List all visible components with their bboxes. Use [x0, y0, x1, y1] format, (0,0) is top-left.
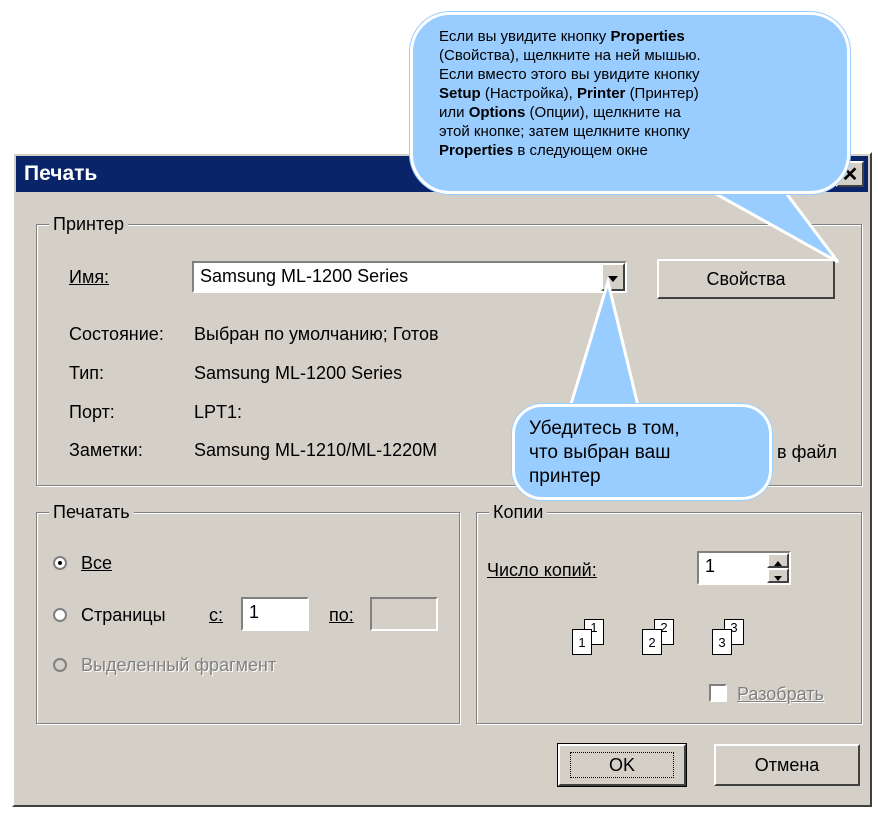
bottom-callout: Убедитесь в том, что выбран ваш принтер	[512, 404, 772, 500]
radio-selection-label[interactable]: Выделенный фрагмент	[81, 654, 276, 676]
dropdown-button[interactable]	[601, 263, 625, 291]
top-callout-text: Если вы увидите кнопку Properties (Свойс…	[439, 27, 829, 189]
callout-top-line-3: Если вместо этого вы увидите кнопку	[439, 66, 700, 83]
copies-count-value: 1	[705, 556, 716, 576]
callout-top-or: или	[439, 104, 465, 121]
callout-top-line-1: Если вы увидите кнопку	[439, 28, 607, 45]
callout-top-line-6: этой кнопке; затем щелкните кнопку	[439, 123, 690, 140]
status-value: Выбран по умолчанию; Готов	[194, 324, 439, 344]
callout-top-line-7: в следующем окне	[517, 142, 648, 159]
bottom-callout-text: Убедитесь в том, что выбран ваш принтер	[529, 417, 755, 497]
ok-button-label: OK	[569, 752, 674, 778]
callout-top-setup-ru: (Настройка),	[484, 85, 573, 102]
print-range-group: Печатать Все Страницы с: 1 по: Выделенны…	[36, 501, 460, 724]
spin-up-button[interactable]	[767, 553, 789, 568]
callout-top-line-2: (Свойства), щелкните на ней мышью.	[439, 47, 701, 64]
ok-button[interactable]: OK	[557, 743, 687, 787]
chevron-down-icon	[608, 276, 618, 282]
printer-name-label: Имя:	[69, 267, 110, 287]
printer-group-legend: Принтер	[49, 213, 129, 235]
from-input-value: 1	[249, 602, 260, 622]
spin-down-icon	[774, 576, 782, 581]
port-label: Порт:	[69, 402, 115, 422]
copies-legend: Копии	[489, 501, 548, 523]
to-input[interactable]	[370, 597, 438, 631]
type-value: Samsung ML-1200 Series	[194, 363, 403, 383]
printer-name-select[interactable]: Samsung ML-1200 Series	[192, 261, 627, 293]
radio-all-label[interactable]: Все	[81, 552, 112, 574]
cancel-button-label: Отмена	[754, 755, 820, 775]
notes-value: Samsung ML-1210/ML-1220M	[194, 440, 438, 460]
callout-bottom-line-2: что выбран ваш	[529, 442, 671, 463]
from-label: с:	[209, 605, 224, 625]
cancel-button[interactable]: Отмена	[714, 744, 860, 786]
port-value: LPT1:	[194, 402, 243, 422]
radio-pages-label[interactable]: Страницы	[81, 604, 166, 626]
printer-name-value: Samsung ML-1200 Series	[200, 266, 409, 286]
callout-bottom-line-1: Убедитесь в том,	[529, 418, 680, 439]
collate-label[interactable]: Разобрать	[737, 683, 824, 705]
callout-top-options-ru: (Опции), щелкните на	[529, 104, 681, 121]
collate-icon: 1 1 2 2 3 3	[562, 619, 762, 669]
collate-checkbox[interactable]	[709, 684, 727, 702]
top-callout: Если вы увидите кнопку Properties (Свойс…	[410, 12, 850, 194]
callout-top-setup: Setup	[439, 85, 481, 102]
spin-down-button[interactable]	[767, 568, 789, 583]
callout-top-printer-ru: (Принтер)	[629, 85, 699, 102]
collate-page-1-front: 1	[572, 629, 592, 655]
callout-top-printer: Printer	[577, 85, 626, 102]
dialog-title: Печать	[24, 162, 98, 185]
copies-count-label: Число копий:	[487, 560, 597, 580]
radio-selection[interactable]	[53, 658, 67, 672]
callout-top-options: Options	[468, 104, 526, 121]
copies-count-input[interactable]: 1	[697, 551, 791, 585]
radio-pages[interactable]	[53, 608, 67, 622]
type-label: Тип:	[69, 363, 105, 383]
radio-all[interactable]	[53, 556, 67, 570]
callout-top-properties-2: Properties	[439, 142, 514, 159]
collate-page-2-front: 2	[642, 629, 662, 655]
callout-bottom-line-3: принтер	[529, 466, 601, 487]
to-label: по:	[329, 605, 354, 625]
notes-label: Заметки:	[69, 440, 143, 460]
print-range-legend: Печатать	[49, 501, 134, 523]
properties-button-label: Свойства	[706, 269, 786, 289]
collate-page-3-front: 3	[712, 629, 732, 655]
from-input[interactable]: 1	[241, 597, 309, 631]
spin-up-icon	[774, 561, 782, 566]
copies-group: Копии Число копий: 1 1 1 2 2 3 3 Разобра…	[476, 501, 862, 724]
properties-button[interactable]: Свойства	[657, 259, 835, 299]
callout-top-properties: Properties	[610, 28, 685, 45]
status-label: Состояние:	[69, 324, 164, 344]
print-to-file-label[interactable]: в файл	[777, 441, 837, 463]
